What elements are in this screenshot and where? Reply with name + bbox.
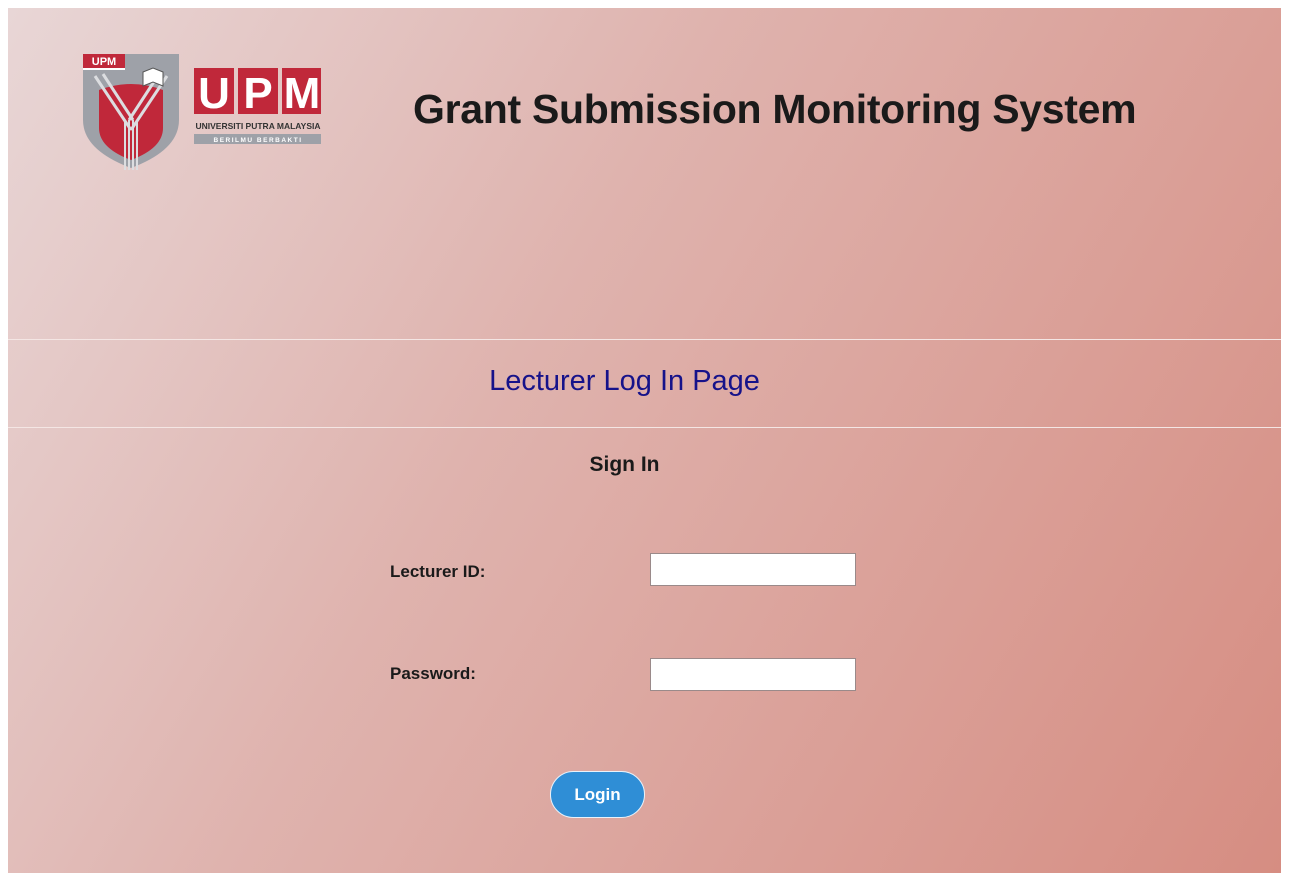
- logo-motto: BERILMU BERBAKTI: [214, 137, 303, 144]
- lecturer-id-label: Lecturer ID:: [390, 562, 486, 581]
- upm-logo-icon: UPM U P M UNIVERSITI PUTRA MALAYSIA BERI…: [81, 50, 322, 170]
- logo-university-name: UNIVERSITI PUTRA MALAYSIA: [196, 121, 321, 131]
- svg-text:M: M: [284, 69, 321, 118]
- form-title: Sign In: [589, 453, 660, 476]
- svg-text:P: P: [243, 69, 272, 118]
- site-title: Grant Submission Monitoring System: [413, 86, 1137, 132]
- heading-divider: [8, 427, 1281, 428]
- password-label: Password:: [390, 664, 476, 683]
- lecturer-id-input[interactable]: [650, 553, 856, 586]
- login-button[interactable]: Login: [550, 771, 645, 818]
- password-input[interactable]: [650, 658, 856, 691]
- header-divider: [8, 339, 1281, 340]
- svg-text:U: U: [198, 69, 230, 118]
- page-header: UPM U P M UNIVERSITI PUTRA MALAYSIA BERI…: [8, 8, 1281, 339]
- login-page: UPM U P M UNIVERSITI PUTRA MALAYSIA BERI…: [8, 8, 1281, 873]
- page-heading: Lecturer Log In Page: [489, 365, 760, 397]
- logo-badge-text: UPM: [92, 56, 116, 68]
